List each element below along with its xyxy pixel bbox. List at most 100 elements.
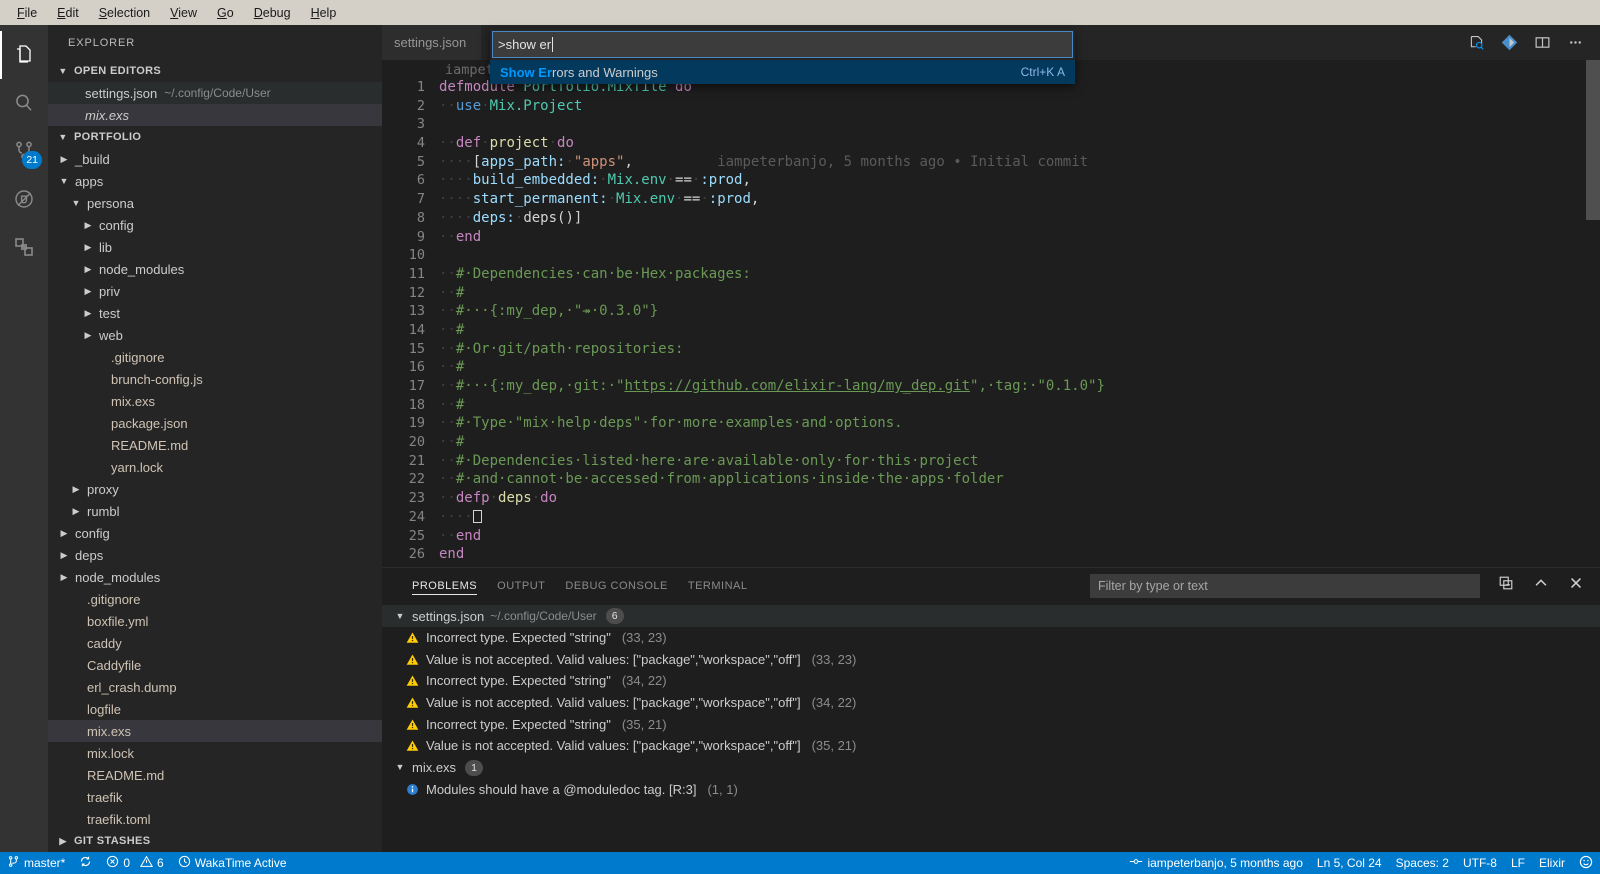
token: # [455, 434, 465, 451]
open-editor-item[interactable]: mix.exs [48, 104, 382, 126]
tree-file[interactable]: yarn.lock [48, 456, 382, 478]
command-palette[interactable]: >show er Show Er rors and Warnings Ctrl+K… [490, 29, 1075, 84]
tree-file[interactable]: mix.exs [48, 720, 382, 742]
line-number: 13 [408, 303, 425, 320]
tree-folder[interactable]: ▶ config [48, 522, 382, 544]
tree-file[interactable]: package.json [48, 412, 382, 434]
status-feedback[interactable] [1572, 852, 1600, 874]
maximize-panel-icon[interactable] [1533, 575, 1549, 596]
status-language-mode[interactable]: Elixir [1532, 852, 1572, 874]
editor-actions [1452, 25, 1600, 60]
menu-go[interactable]: Go [208, 3, 243, 23]
section-portfolio[interactable]: ▼ PORTFOLIO [48, 126, 382, 148]
activity-extensions[interactable] [0, 223, 48, 271]
more-actions-icon[interactable] [1567, 34, 1584, 51]
code-text: ····build_embedded:·Mix.env·==·:prod, [439, 171, 751, 190]
activity-debug[interactable] [0, 175, 48, 223]
status-indentation[interactable]: Spaces: 2 [1389, 852, 1456, 874]
tree-folder[interactable]: ▶ proxy [48, 478, 382, 500]
tree-folder[interactable]: ▼ apps [48, 170, 382, 192]
problem-row[interactable]: Incorrect type. Expected "string" (34, 22… [382, 670, 1600, 692]
section-open-editors[interactable]: ▼ OPEN EDITORS [48, 60, 382, 82]
tab-settings-json[interactable]: settings.json [382, 25, 482, 60]
split-editor-icon[interactable] [1534, 34, 1551, 51]
tree-file[interactable]: .gitignore [48, 346, 382, 368]
open-editor-item[interactable]: settings.json ~/.config/Code/User [48, 82, 382, 104]
token: #···{:my_dep,·git:·" [455, 378, 625, 394]
panel-tab-terminal[interactable]: TERMINAL [678, 568, 758, 603]
tree-folder[interactable]: ▶ deps [48, 544, 382, 566]
editor-scrollbar[interactable] [1586, 60, 1600, 567]
tree-folder[interactable]: ▼ persona [48, 192, 382, 214]
open-preview-icon[interactable] [1468, 34, 1485, 51]
status-cursor-position[interactable]: Ln 5, Col 24 [1310, 852, 1389, 874]
code-text: ··defp·deps·do [439, 489, 557, 508]
tree-file[interactable]: Caddyfile [48, 654, 382, 676]
chevron-right-icon: ▶ [60, 549, 68, 560]
collapse-all-icon[interactable] [1498, 575, 1514, 596]
tree-file[interactable]: mix.exs [48, 390, 382, 412]
tree-file[interactable]: brunch-config.js [48, 368, 382, 390]
panel-tab-problems[interactable]: PROBLEMS [402, 568, 487, 603]
tree-folder[interactable]: ▶ config [48, 214, 382, 236]
status-encoding[interactable]: UTF-8 [1456, 852, 1504, 874]
activity-search[interactable] [0, 79, 48, 127]
problems-filter-input[interactable]: Filter by type or text [1090, 573, 1480, 598]
tree-file[interactable]: .gitignore [48, 588, 382, 610]
status-wakatime[interactable]: WakaTime Active [171, 852, 294, 874]
status-blame[interactable]: iampeterbanjo, 5 months ago [1122, 852, 1309, 874]
tree-file[interactable]: traefik.toml [48, 808, 382, 830]
tree-folder[interactable]: ▶ test [48, 302, 382, 324]
tree-file[interactable]: caddy [48, 632, 382, 654]
status-sync[interactable] [72, 852, 99, 874]
menu-edit[interactable]: Edit [48, 3, 88, 23]
problem-row[interactable]: Value is not accepted. Valid values: ["p… [382, 692, 1600, 714]
tree-file[interactable]: erl_crash.dump [48, 676, 382, 698]
tree-item-label: proxy [87, 481, 119, 497]
problems-list[interactable]: ▼ settings.json ~/.config/Code/User 6 Incorr… [382, 603, 1600, 852]
token: start_permanent: [472, 191, 608, 208]
tree-folder[interactable]: ▶ web [48, 324, 382, 346]
panel-tab-debug-console[interactable]: DEBUG CONSOLE [555, 568, 677, 603]
problems-file-group[interactable]: ▼ settings.json ~/.config/Code/User 6 [382, 605, 1600, 627]
tree-file[interactable]: traefik [48, 786, 382, 808]
problem-row[interactable]: Incorrect type. Expected "string" (33, 23… [382, 627, 1600, 649]
tree-folder[interactable]: ▶ priv [48, 280, 382, 302]
status-branch[interactable]: master* [0, 852, 72, 874]
problem-row[interactable]: Modules should have a @moduledoc tag. [R… [382, 779, 1600, 801]
menu-debug[interactable]: Debug [245, 3, 300, 23]
menu-selection[interactable]: Selection [90, 3, 159, 23]
scrollbar-thumb[interactable] [1586, 60, 1600, 220]
git-compare-icon[interactable] [1501, 34, 1518, 51]
problem-row[interactable]: Value is not accepted. Valid values: ["p… [382, 735, 1600, 757]
tree-file[interactable]: README.md [48, 434, 382, 456]
status-eol[interactable]: LF [1504, 852, 1532, 874]
command-palette-result[interactable]: Show Er rors and Warnings Ctrl+K A [490, 60, 1075, 84]
menu-file[interactable]: File [8, 3, 46, 23]
tree-file[interactable]: mix.lock [48, 742, 382, 764]
close-panel-icon[interactable] [1568, 575, 1584, 596]
problem-row[interactable]: Value is not accepted. Valid values: ["p… [382, 649, 1600, 671]
activity-explorer[interactable] [0, 31, 48, 79]
command-palette-input[interactable]: >show er [492, 31, 1073, 58]
tree-folder[interactable]: ▶ rumbl [48, 500, 382, 522]
tree-file[interactable]: README.md [48, 764, 382, 786]
explorer-tree[interactable]: ▼ OPEN EDITORS settings.json ~/.config/Co… [48, 60, 382, 852]
tree-file[interactable]: boxfile.yml [48, 610, 382, 632]
tree-folder[interactable]: ▶ lib [48, 236, 382, 258]
token: #···{:my_dep,·"↠·0.3.0"} [455, 303, 659, 320]
tree-folder[interactable]: ▶ node_modules [48, 566, 382, 588]
section-git-stashes[interactable]: ▶ GIT STASHES [48, 830, 382, 852]
panel-tab-output[interactable]: OUTPUT [487, 568, 555, 603]
tree-file[interactable]: logfile [48, 698, 382, 720]
activity-source-control[interactable]: 21 [0, 127, 48, 175]
menu-view[interactable]: View [161, 3, 206, 23]
editor-area: settings.json 1 defmodule Portfolio.Mixf… [382, 25, 1600, 852]
problem-row[interactable]: Incorrect type. Expected "string" (35, 21… [382, 713, 1600, 735]
tree-folder[interactable]: ▶ _build [48, 148, 382, 170]
tree-folder[interactable]: ▶ node_modules [48, 258, 382, 280]
code-editor[interactable]: iampeterbanjo, 5 months ago • Initial co… [382, 60, 1600, 567]
menu-help[interactable]: Help [302, 3, 346, 23]
problems-file-group[interactable]: ▼ mix.exs 1 [382, 757, 1600, 779]
status-problems[interactable]: 0 6 [99, 852, 170, 874]
